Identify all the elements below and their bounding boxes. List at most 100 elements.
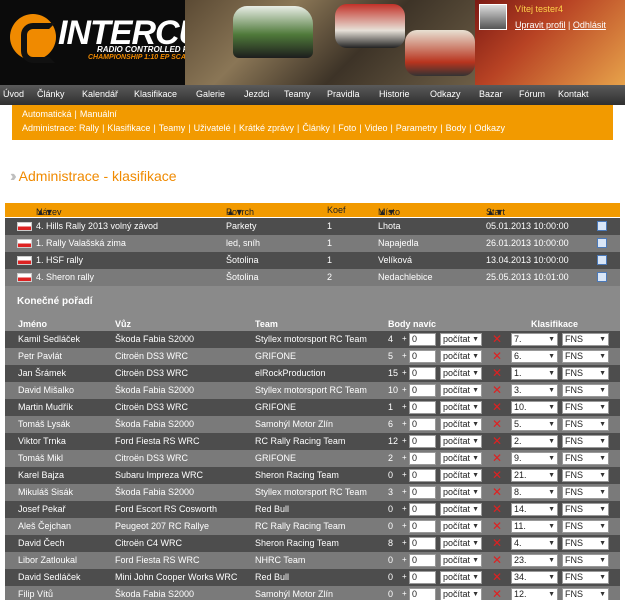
rank-select[interactable]: 10. ▼ bbox=[511, 401, 558, 414]
status-select[interactable]: FNS ▼ bbox=[562, 571, 609, 584]
submenu-links[interactable]: Odkazy bbox=[475, 123, 506, 133]
submenu-users[interactable]: Uživatelé bbox=[194, 123, 231, 133]
rank-select[interactable]: 1. ▼ bbox=[511, 367, 558, 380]
delete-icon[interactable]: ✕ bbox=[492, 401, 502, 413]
delete-icon[interactable]: ✕ bbox=[492, 350, 502, 362]
rank-select[interactable]: 3. ▼ bbox=[511, 384, 558, 397]
extra-points-input[interactable]: 0 bbox=[409, 333, 436, 346]
rank-select[interactable]: 14. ▼ bbox=[511, 503, 558, 516]
extra-points-input[interactable]: 0 bbox=[409, 520, 436, 533]
extra-points-input[interactable]: 0 bbox=[409, 350, 436, 363]
status-select[interactable]: FNS ▼ bbox=[562, 469, 609, 482]
extra-points-input[interactable]: 0 bbox=[409, 486, 436, 499]
submenu-manual[interactable]: Manuální bbox=[80, 109, 117, 119]
nav-item-teams[interactable]: Teamy bbox=[284, 89, 311, 99]
delete-icon[interactable]: ✕ bbox=[492, 333, 502, 345]
count-mode-select[interactable]: počítat ▼ bbox=[440, 469, 482, 482]
edit-icon[interactable] bbox=[597, 255, 607, 265]
status-select[interactable]: FNS ▼ bbox=[562, 350, 609, 363]
nav-item-links[interactable]: Odkazy bbox=[430, 89, 461, 99]
count-mode-select[interactable]: počítat ▼ bbox=[440, 367, 482, 380]
event-row[interactable]: 4. Sheron rally Šotolina 2 Nedachlebice … bbox=[5, 269, 620, 286]
extra-points-input[interactable]: 0 bbox=[409, 571, 436, 584]
submenu-parameters[interactable]: Parametry bbox=[396, 123, 438, 133]
delete-icon[interactable]: ✕ bbox=[492, 486, 502, 498]
count-mode-select[interactable]: počítat ▼ bbox=[440, 503, 482, 516]
avatar[interactable] bbox=[479, 4, 507, 30]
count-mode-select[interactable]: počítat ▼ bbox=[440, 486, 482, 499]
delete-icon[interactable]: ✕ bbox=[492, 554, 502, 566]
count-mode-select[interactable]: počítat ▼ bbox=[440, 554, 482, 567]
rank-select[interactable]: 2. ▼ bbox=[511, 435, 558, 448]
count-mode-select[interactable]: počítat ▼ bbox=[440, 350, 482, 363]
delete-icon[interactable]: ✕ bbox=[492, 537, 502, 549]
logout-link[interactable]: Odhlásit bbox=[573, 20, 606, 30]
extra-points-input[interactable]: 0 bbox=[409, 367, 436, 380]
rank-select[interactable]: 34. ▼ bbox=[511, 571, 558, 584]
event-row[interactable]: 1. Rally Valašská zima led, sníh 1 Napaj… bbox=[5, 235, 620, 252]
nav-item-drivers[interactable]: Jezdci bbox=[244, 89, 270, 99]
count-mode-select[interactable]: počítat ▼ bbox=[440, 333, 482, 346]
nav-item-articles[interactable]: Články bbox=[37, 89, 65, 99]
nav-item-calendar[interactable]: Kalendář bbox=[82, 89, 118, 99]
nav-item-gallery[interactable]: Galerie bbox=[196, 89, 225, 99]
status-select[interactable]: FNS ▼ bbox=[562, 486, 609, 499]
extra-points-input[interactable]: 0 bbox=[409, 401, 436, 414]
count-mode-select[interactable]: počítat ▼ bbox=[440, 435, 482, 448]
extra-points-input[interactable]: 0 bbox=[409, 469, 436, 482]
delete-icon[interactable]: ✕ bbox=[492, 503, 502, 515]
count-mode-select[interactable]: počítat ▼ bbox=[440, 401, 482, 414]
rank-select[interactable]: 23. ▼ bbox=[511, 554, 558, 567]
delete-icon[interactable]: ✕ bbox=[492, 520, 502, 532]
count-mode-select[interactable]: počítat ▼ bbox=[440, 537, 482, 550]
status-select[interactable]: FNS ▼ bbox=[562, 367, 609, 380]
extra-points-input[interactable]: 0 bbox=[409, 384, 436, 397]
delete-icon[interactable]: ✕ bbox=[492, 418, 502, 430]
status-select[interactable]: FNS ▼ bbox=[562, 588, 609, 600]
delete-icon[interactable]: ✕ bbox=[492, 588, 502, 600]
submenu-teams[interactable]: Teamy bbox=[159, 123, 186, 133]
delete-icon[interactable]: ✕ bbox=[492, 469, 502, 481]
nav-item-forum[interactable]: Fórum bbox=[519, 89, 545, 99]
edit-icon[interactable] bbox=[597, 272, 607, 282]
submenu-automatic[interactable]: Automatická bbox=[22, 109, 72, 119]
extra-points-input[interactable]: 0 bbox=[409, 435, 436, 448]
status-select[interactable]: FNS ▼ bbox=[562, 418, 609, 431]
delete-icon[interactable]: ✕ bbox=[492, 435, 502, 447]
rank-select[interactable]: 8. ▼ bbox=[511, 486, 558, 499]
status-select[interactable]: FNS ▼ bbox=[562, 503, 609, 516]
rank-select[interactable]: 5. ▼ bbox=[511, 418, 558, 431]
count-mode-select[interactable]: počítat ▼ bbox=[440, 452, 482, 465]
nav-item-bazaar[interactable]: Bazar bbox=[479, 89, 503, 99]
edit-icon[interactable] bbox=[597, 221, 607, 231]
extra-points-input[interactable]: 0 bbox=[409, 452, 436, 465]
rank-select[interactable]: 7. ▼ bbox=[511, 333, 558, 346]
event-row[interactable]: 1. HSF rally Šotolina 1 Velíková 13.04.2… bbox=[5, 252, 620, 269]
submenu-short-news[interactable]: Krátké zprávy bbox=[239, 123, 294, 133]
extra-points-input[interactable]: 0 bbox=[409, 418, 436, 431]
rank-select[interactable]: 6. ▼ bbox=[511, 350, 558, 363]
extra-points-input[interactable]: 0 bbox=[409, 554, 436, 567]
submenu-points[interactable]: Body bbox=[446, 123, 467, 133]
nav-item-rules[interactable]: Pravidla bbox=[327, 89, 360, 99]
nav-item-classification[interactable]: Klasifikace bbox=[134, 89, 177, 99]
status-select[interactable]: FNS ▼ bbox=[562, 537, 609, 550]
count-mode-select[interactable]: počítat ▼ bbox=[440, 520, 482, 533]
status-select[interactable]: FNS ▼ bbox=[562, 333, 609, 346]
delete-icon[interactable]: ✕ bbox=[492, 452, 502, 464]
count-mode-select[interactable]: počítat ▼ bbox=[440, 384, 482, 397]
rank-select[interactable]: 21. ▼ bbox=[511, 469, 558, 482]
rank-select[interactable]: 4. ▼ bbox=[511, 537, 558, 550]
status-select[interactable]: FNS ▼ bbox=[562, 401, 609, 414]
rank-select[interactable]: 12. ▼ bbox=[511, 588, 558, 600]
submenu-rally[interactable]: Rally bbox=[79, 123, 99, 133]
event-row[interactable]: 4. Hills Rally 2013 volný závod Parkety … bbox=[5, 218, 620, 235]
edit-icon[interactable] bbox=[597, 238, 607, 248]
nav-item-contact[interactable]: Kontakt bbox=[558, 89, 589, 99]
delete-icon[interactable]: ✕ bbox=[492, 384, 502, 396]
nav-item-history[interactable]: Historie bbox=[379, 89, 410, 99]
extra-points-input[interactable]: 0 bbox=[409, 588, 436, 600]
extra-points-input[interactable]: 0 bbox=[409, 503, 436, 516]
count-mode-select[interactable]: počítat ▼ bbox=[440, 588, 482, 600]
count-mode-select[interactable]: počítat ▼ bbox=[440, 418, 482, 431]
